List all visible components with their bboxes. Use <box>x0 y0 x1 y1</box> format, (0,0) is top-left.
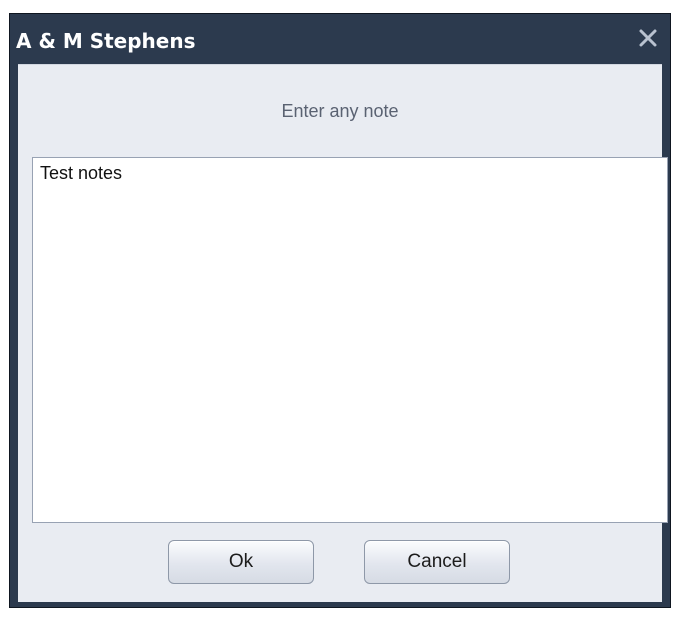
prompt-label: Enter any note <box>281 101 399 121</box>
dialog-body: Enter any note Test notes Ok Cancel <box>18 64 668 602</box>
close-icon <box>639 29 657 47</box>
ok-button[interactable]: Ok <box>168 540 314 584</box>
close-button[interactable] <box>634 24 662 52</box>
window-title: A & M Stephens <box>16 29 196 53</box>
button-row: Ok Cancel <box>18 540 662 590</box>
cancel-button[interactable]: Cancel <box>364 540 510 584</box>
note-textarea[interactable]: Test notes <box>32 157 668 523</box>
note-dialog: A & M Stephens Enter any note Test notes… <box>9 13 671 608</box>
